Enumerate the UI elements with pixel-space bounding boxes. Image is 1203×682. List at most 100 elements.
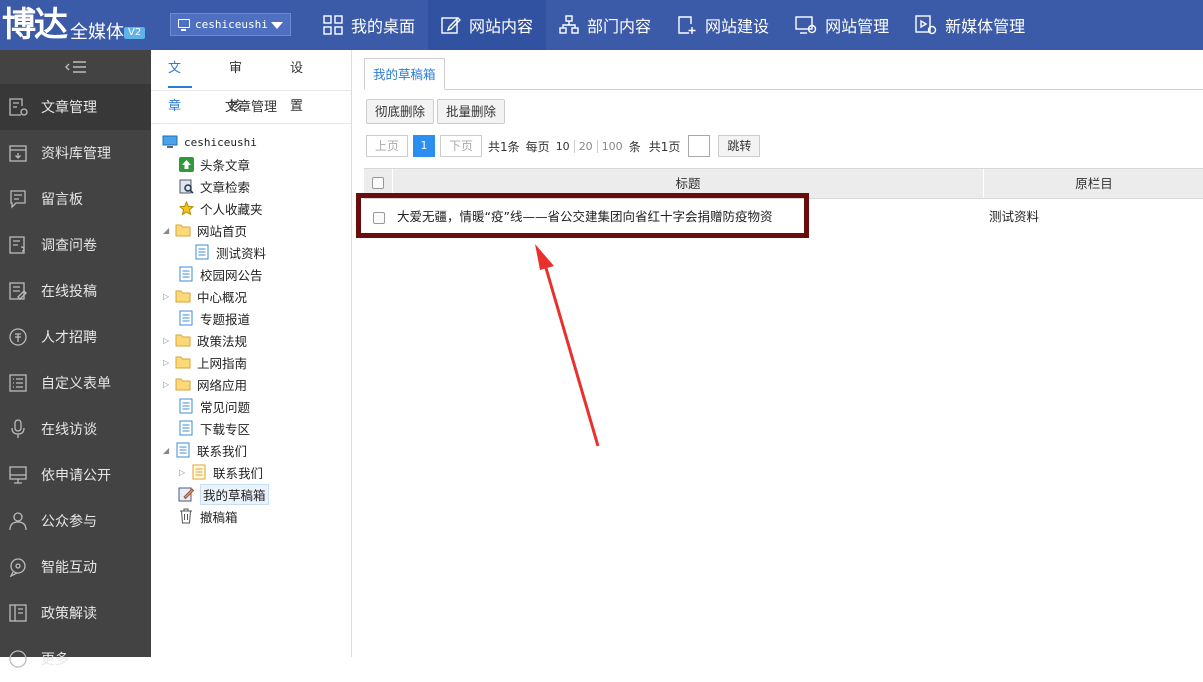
topnav-dept-content[interactable]: 部门内容 bbox=[546, 0, 664, 50]
tree-node-center-overview[interactable]: ▷ 中心概况 bbox=[163, 286, 247, 306]
sidebar-item-interview[interactable]: 在线访谈 bbox=[0, 406, 151, 452]
column-tree-panel: 文章 审核 设置 文章管理 ceshiceushi 头条文章 文章检索 个人收藏… bbox=[151, 50, 352, 657]
tree-node-label: 联系我们 bbox=[197, 443, 248, 459]
tree-node-label: 下载专区 bbox=[200, 421, 251, 437]
prev-page-button[interactable]: 上页 bbox=[366, 135, 409, 157]
tree-node-label: 网站首页 bbox=[197, 223, 248, 239]
site-select[interactable]: ceshiceushi bbox=[170, 13, 291, 36]
sidebar-item-disclosure[interactable]: 依申请公开 bbox=[0, 452, 151, 498]
tree-node-favorites[interactable]: 个人收藏夹 bbox=[166, 198, 263, 218]
folder-icon bbox=[175, 222, 191, 238]
tree-node-label: 政策法规 bbox=[197, 333, 248, 349]
folder-icon bbox=[175, 354, 191, 370]
sidebar-item-survey[interactable]: 调查问卷 bbox=[0, 222, 151, 268]
sidebar-item-submission[interactable]: 在线投稿 bbox=[0, 268, 151, 314]
page-size-option[interactable]: 10 bbox=[552, 140, 574, 153]
top-bar: 博达 全媒体 V2 ceshiceushi 我的桌面 网站内容 部门内容 网站建… bbox=[0, 0, 1203, 50]
disclosure-icon bbox=[7, 464, 29, 486]
tree-node-downloads[interactable]: 下载专区 bbox=[166, 418, 250, 438]
tree-node-contact[interactable]: ◢ 联系我们 bbox=[163, 440, 247, 460]
tree-node-headline[interactable]: 头条文章 bbox=[166, 154, 250, 174]
topnav-site-manage[interactable]: 网站管理 bbox=[782, 0, 902, 50]
tree-node-label: 专题报道 bbox=[200, 311, 251, 327]
sidebar-item-label: 在线访谈 bbox=[41, 422, 97, 438]
monitor-icon bbox=[162, 134, 178, 150]
tree-node-special-report[interactable]: 专题报道 bbox=[166, 308, 250, 328]
tree-node-home[interactable]: ◢ 网站首页 bbox=[163, 220, 247, 240]
total-items: 共1条 bbox=[488, 139, 520, 154]
sidebar-item-custom-form[interactable]: 自定义表单 bbox=[0, 360, 151, 406]
select-all-checkbox[interactable] bbox=[372, 177, 384, 189]
page-size-option[interactable]: 20 bbox=[573, 139, 597, 153]
policy-book-icon bbox=[7, 602, 29, 624]
tree-node-faq[interactable]: 常见问题 bbox=[166, 396, 250, 416]
expanded-arrow-icon[interactable]: ◢ bbox=[163, 226, 175, 235]
purge-button[interactable]: 彻底删除 bbox=[366, 99, 435, 124]
microphone-icon bbox=[7, 418, 29, 440]
tree-node-label: 头条文章 bbox=[200, 157, 251, 173]
sidebar-collapse-button[interactable] bbox=[0, 50, 151, 84]
tree-node-policy-law[interactable]: ▷ 政策法规 bbox=[163, 330, 247, 350]
interaction-icon bbox=[7, 556, 29, 578]
tree-node-article-search[interactable]: 文章检索 bbox=[166, 176, 250, 196]
monitor-settings-icon bbox=[795, 16, 817, 34]
tree-node-internet-guide[interactable]: ▷ 上网指南 bbox=[163, 352, 247, 372]
sidebar-item-label: 自定义表单 bbox=[41, 376, 111, 392]
goto-button[interactable]: 跳转 bbox=[718, 135, 761, 157]
tree-root-label: ceshiceushi bbox=[184, 135, 257, 149]
collapse-menu-icon bbox=[64, 61, 86, 73]
expanded-arrow-icon[interactable]: ◢ bbox=[163, 446, 175, 455]
current-page[interactable]: 1 bbox=[413, 135, 436, 157]
collapsed-arrow-icon[interactable]: ▷ bbox=[179, 468, 191, 477]
collapsed-arrow-icon[interactable]: ▷ bbox=[163, 336, 175, 345]
org-chart-icon bbox=[559, 15, 579, 34]
sidebar-item-label: 依申请公开 bbox=[41, 468, 111, 484]
goto-page-input[interactable] bbox=[688, 135, 711, 157]
sidebar-item-archive[interactable]: 资料库管理 bbox=[0, 130, 151, 176]
search-doc-icon bbox=[178, 178, 194, 194]
people-icon bbox=[7, 510, 29, 532]
folder-icon bbox=[175, 332, 191, 348]
sidebar-item-article-manage[interactable]: 文章管理 bbox=[0, 84, 151, 130]
form-icon bbox=[7, 372, 29, 394]
tab-review[interactable]: 审核 bbox=[229, 50, 253, 114]
tree-node-contact-child[interactable]: ▷ 联系我们 bbox=[179, 462, 263, 482]
archive-icon bbox=[7, 142, 29, 164]
tree-node-network-apps[interactable]: ▷ 网络应用 bbox=[163, 374, 247, 394]
sidebar-item-policy[interactable]: 政策解读 bbox=[0, 590, 151, 636]
tab-settings[interactable]: 设置 bbox=[290, 50, 314, 114]
sidebar-item-recruit[interactable]: 人才招聘 bbox=[0, 314, 151, 360]
tree-node-test-data[interactable]: 测试资料 bbox=[182, 242, 266, 262]
tree-node-label: 撤稿箱 bbox=[200, 509, 238, 525]
page-icon bbox=[178, 266, 194, 282]
tree-node-label: 中心概况 bbox=[197, 289, 248, 305]
topnav-new-media[interactable]: 新媒体管理 bbox=[902, 0, 1038, 50]
page-size-option[interactable]: 100 bbox=[596, 139, 627, 153]
logo-version-badge: V2 bbox=[124, 27, 146, 39]
topnav-desktop[interactable]: 我的桌面 bbox=[310, 0, 428, 50]
tree-node-label: 测试资料 bbox=[216, 245, 267, 261]
tree-node-campus-notice[interactable]: 校园网公告 bbox=[166, 264, 263, 284]
column-header-source[interactable]: 原栏目 bbox=[985, 169, 1203, 198]
topnav-site-build[interactable]: 网站建设 bbox=[664, 0, 782, 50]
tree-node-label: 文章检索 bbox=[200, 179, 251, 195]
collapsed-arrow-icon[interactable]: ▷ bbox=[163, 292, 175, 301]
sidebar-item-label: 政策解读 bbox=[41, 606, 97, 622]
tree-root[interactable]: ceshiceushi bbox=[162, 132, 257, 152]
sidebar-item-label: 智能互动 bbox=[41, 560, 97, 576]
collapsed-arrow-icon[interactable]: ▷ bbox=[163, 380, 175, 389]
tree-node-withdrawn[interactable]: 撤稿箱 bbox=[166, 506, 238, 526]
sidebar-item-smart-interaction[interactable]: 智能互动 bbox=[0, 544, 151, 590]
batch-delete-button[interactable]: 批量删除 bbox=[437, 99, 506, 124]
tree-node-label: 我的草稿箱 bbox=[200, 483, 269, 505]
tree-node-my-drafts[interactable]: 我的草稿箱 bbox=[166, 483, 269, 505]
sidebar-item-public-participation[interactable]: 公众参与 bbox=[0, 498, 151, 544]
sidebar-item-message-board[interactable]: 留言板 bbox=[0, 176, 151, 222]
tab-articles[interactable]: 文章 bbox=[168, 50, 192, 114]
topnav-site-content[interactable]: 网站内容 bbox=[428, 0, 547, 50]
sidebar-item-more[interactable]: 更多 bbox=[0, 636, 151, 682]
collapsed-arrow-icon[interactable]: ▷ bbox=[163, 358, 175, 367]
next-page-button[interactable]: 下页 bbox=[440, 135, 483, 157]
topnav-label: 网站管理 bbox=[825, 17, 890, 36]
tab-my-drafts[interactable]: 我的草稿箱 bbox=[364, 58, 445, 90]
